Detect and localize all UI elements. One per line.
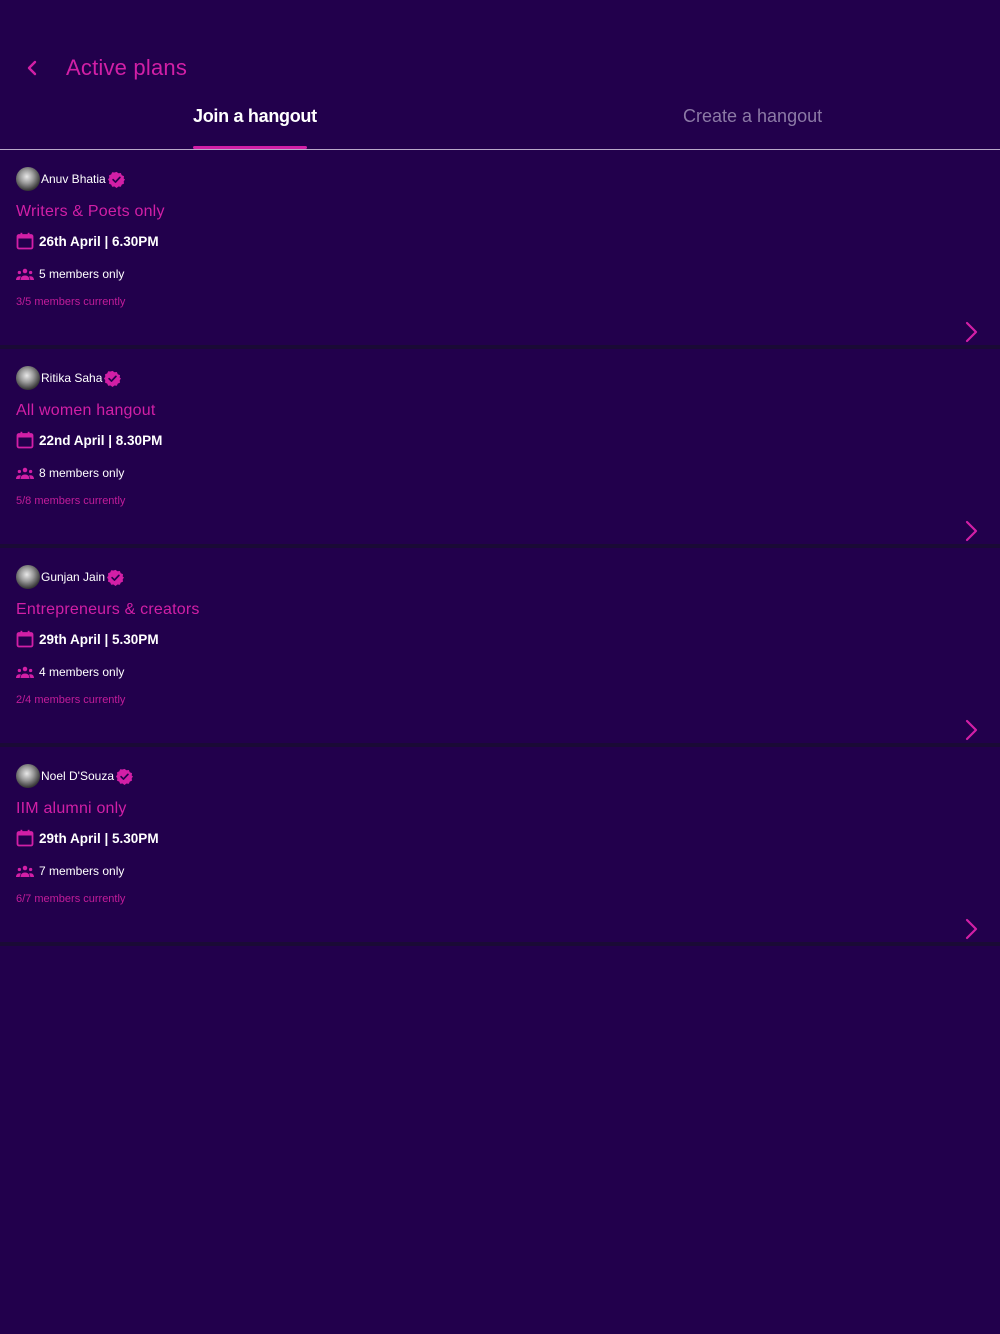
plans-list: Anuv Bhatia Writers & Poets only 26th Ap… [0,150,1000,946]
group-icon [16,268,34,280]
verified-badge-icon [104,370,122,387]
plan-members-row: 8 members only [16,466,124,480]
plan-date: 29th April | 5.30PM [39,830,159,846]
app-header: Active plans [0,0,1000,100]
plan-date: 26th April | 6.30PM [39,233,159,249]
plan-members-row: 7 members only [16,864,124,878]
host-info: Anuv Bhatia [16,166,125,192]
plan-date-row: 29th April | 5.30PM [16,829,159,847]
plan-member-limit: 4 members only [39,665,125,679]
host-info: Gunjan Jain [16,564,125,590]
plan-date-row: 22nd April | 8.30PM [16,431,162,449]
chevron-left-icon [27,60,37,76]
plan-date-row: 26th April | 6.30PM [16,232,159,250]
host-info: Noel D'Souza [16,763,133,789]
calendar-icon [16,829,34,847]
plan-member-limit: 5 members only [39,267,125,281]
plan-title: Writers & Poets only [16,203,165,220]
host-name: Anuv Bhatia [41,172,106,186]
page-title: Active plans [66,55,188,80]
host-name: Gunjan Jain [41,570,106,584]
avatar [16,764,40,788]
calendar-icon [16,630,34,648]
avatar [16,565,40,589]
plan-title: Entrepreneurs & creators [16,601,200,618]
group-icon [16,865,34,877]
host-name: Noel D'Souza [41,769,114,783]
plan-member-limit: 8 members only [39,466,125,480]
avatar [16,167,40,191]
host-name: Ritika Saha [41,371,103,385]
verified-badge-icon [116,768,133,785]
plan-date-row: 29th April | 5.30PM [16,630,159,648]
plan-date: 29th April | 5.30PM [39,631,159,647]
plan-current-members: 3/5 members currently [16,296,126,308]
active-tab-indicator [193,146,307,149]
plan-current-members: 6/7 members currently [16,893,126,905]
tab-create-hangout[interactable]: Create a hangout [683,106,822,127]
group-icon [16,467,34,479]
avatar [16,366,40,390]
group-icon [16,666,34,678]
plan-members-row: 4 members only [16,665,124,679]
chevron-right-icon[interactable] [962,519,980,543]
chevron-right-icon[interactable] [962,320,980,344]
plan-date: 22nd April | 8.30PM [39,432,163,448]
host-info: Ritika Saha [16,365,122,391]
plan-title: IIM alumni only [16,800,127,817]
verified-badge-icon [107,171,125,188]
plan-members-row: 5 members only [16,267,124,281]
tab-bar: Join a hangout Create a hangout [0,100,1000,150]
tab-join-hangout[interactable]: Join a hangout [193,106,317,127]
back-button[interactable] [18,54,46,82]
verified-badge-icon [107,569,125,586]
chevron-right-icon[interactable] [962,917,980,941]
plan-card[interactable]: Anuv Bhatia Writers & Poets only 26th Ap… [0,150,1000,349]
plan-current-members: 5/8 members currently [16,495,126,507]
calendar-icon [16,232,34,250]
chevron-right-icon[interactable] [962,718,980,742]
calendar-icon [16,431,34,449]
plan-card[interactable]: Gunjan Jain Entrepreneurs & creators 29t… [0,548,1000,747]
plan-current-members: 2/4 members currently [16,694,126,706]
plan-card[interactable]: Noel D'Souza IIM alumni only 29th April … [0,747,1000,946]
plan-card[interactable]: Ritika Saha All women hangout 22nd April… [0,349,1000,548]
plan-title: All women hangout [16,402,156,419]
plan-member-limit: 7 members only [39,864,125,878]
